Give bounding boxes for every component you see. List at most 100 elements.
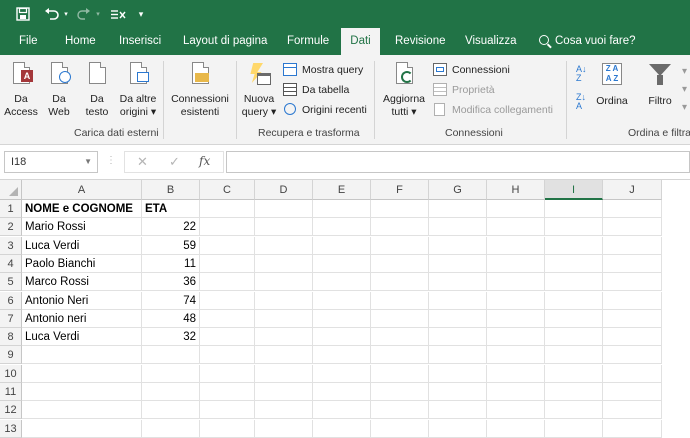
cell-f10[interactable] (371, 364, 429, 383)
cell-i5[interactable] (545, 273, 603, 292)
cell-f9[interactable] (371, 346, 429, 365)
cell-e11[interactable] (313, 383, 371, 401)
cell-j13[interactable] (603, 419, 662, 438)
row-header-12[interactable]: 12 (0, 401, 22, 420)
cell-b11[interactable] (142, 383, 200, 401)
cell-e10[interactable] (313, 364, 371, 383)
from-web-button[interactable]: Da Web (44, 61, 74, 119)
cell-f8[interactable] (371, 328, 429, 347)
edit-links-button[interactable]: Modifica collegamenti (432, 101, 553, 119)
cell-i4[interactable] (545, 254, 603, 273)
cell-g2[interactable] (429, 218, 487, 237)
cell-j4[interactable] (603, 254, 662, 273)
cell-a1[interactable]: NOME e COGNOME (22, 200, 142, 218)
row-header-10[interactable]: 10 (0, 364, 22, 383)
enter-icon[interactable]: ✓ (169, 154, 180, 170)
cell-g11[interactable] (429, 383, 487, 401)
insert-function-icon[interactable]: fx (199, 154, 210, 168)
save-icon[interactable] (14, 5, 32, 23)
cell-i13[interactable] (545, 419, 603, 438)
cell-h2[interactable] (487, 218, 545, 237)
cell-h12[interactable] (487, 401, 545, 420)
tab-inserisci[interactable]: Inserisci (110, 28, 170, 55)
cell-j2[interactable] (603, 218, 662, 237)
cell-e4[interactable] (313, 254, 371, 273)
column-header-d[interactable]: D (255, 180, 313, 200)
row-header-8[interactable]: 8 (0, 328, 22, 347)
cell-b3[interactable]: 59 (142, 236, 200, 255)
cell-f1[interactable] (371, 200, 429, 218)
worksheet-grid[interactable]: ABCDEFGHIJ 1 NOME e COGNOME ETA 2 Mario Ross… (0, 180, 690, 438)
cell-e5[interactable] (313, 273, 371, 292)
cell-c2[interactable] (200, 218, 255, 237)
cell-e9[interactable] (313, 346, 371, 365)
cell-a10[interactable] (22, 364, 142, 383)
tab-formule[interactable]: Formule (278, 28, 338, 55)
tab-file[interactable]: File (10, 28, 47, 55)
clear-filter-icon[interactable]: ▾ ▾ ▾ (682, 63, 690, 123)
cell-i7[interactable] (545, 309, 603, 328)
cell-e2[interactable] (313, 218, 371, 237)
cell-h3[interactable] (487, 236, 545, 255)
cell-j5[interactable] (603, 273, 662, 292)
cell-a7[interactable]: Antonio neri (22, 309, 142, 328)
cell-c3[interactable] (200, 236, 255, 255)
cell-b2[interactable]: 22 (142, 218, 200, 237)
cell-j7[interactable] (603, 309, 662, 328)
cell-a6[interactable]: Antonio Neri (22, 291, 142, 310)
formula-input[interactable] (226, 151, 690, 173)
cell-f5[interactable] (371, 273, 429, 292)
cell-g8[interactable] (429, 328, 487, 347)
cell-f13[interactable] (371, 419, 429, 438)
row-header-1[interactable]: 1 (0, 200, 22, 218)
column-header-e[interactable]: E (313, 180, 371, 200)
cell-a8[interactable]: Luca Verdi (22, 328, 142, 347)
cell-d6[interactable] (255, 291, 313, 310)
cell-a9[interactable] (22, 346, 142, 365)
cell-g5[interactable] (429, 273, 487, 292)
cell-a11[interactable] (22, 383, 142, 401)
cell-e13[interactable] (313, 419, 371, 438)
cell-d5[interactable] (255, 273, 313, 292)
cell-i2[interactable] (545, 218, 603, 237)
cell-f7[interactable] (371, 309, 429, 328)
new-query-button[interactable]: Nuova query ▾ (240, 61, 278, 119)
cell-j6[interactable] (603, 291, 662, 310)
cell-j1[interactable] (603, 200, 662, 218)
cell-b1[interactable]: ETA (142, 200, 200, 218)
cell-j8[interactable] (603, 328, 662, 347)
cell-d13[interactable] (255, 419, 313, 438)
cell-c4[interactable] (200, 254, 255, 273)
cell-a3[interactable]: Luca Verdi (22, 236, 142, 255)
from-other-sources-button[interactable]: Da altre origini ▾ (116, 61, 160, 119)
cell-c6[interactable] (200, 291, 255, 310)
cell-d10[interactable] (255, 364, 313, 383)
cell-c7[interactable] (200, 309, 255, 328)
cell-b8[interactable]: 32 (142, 328, 200, 347)
existing-connections-button[interactable]: Connessioni esistenti (168, 61, 232, 119)
redo-dropdown-icon[interactable]: ▾ (94, 5, 102, 23)
cell-g6[interactable] (429, 291, 487, 310)
cancel-icon[interactable]: ✕ (137, 154, 148, 170)
cell-i6[interactable] (545, 291, 603, 310)
sort-az-button[interactable]: A↓ Z (576, 65, 588, 83)
cell-j12[interactable] (603, 401, 662, 420)
sort-za-button[interactable]: Z↓ A (576, 93, 588, 111)
cell-c5[interactable] (200, 273, 255, 292)
cell-g4[interactable] (429, 254, 487, 273)
cell-d1[interactable] (255, 200, 313, 218)
cell-b13[interactable] (142, 419, 200, 438)
cell-f4[interactable] (371, 254, 429, 273)
cell-e12[interactable] (313, 401, 371, 420)
column-header-g[interactable]: G (429, 180, 487, 200)
show-queries-button[interactable]: Mostra query (282, 61, 363, 79)
tab-layout[interactable]: Layout di pagina (174, 28, 276, 55)
tab-revisione[interactable]: Revisione (386, 28, 455, 55)
row-header-9[interactable]: 9 (0, 346, 22, 365)
cell-b9[interactable] (142, 346, 200, 365)
cell-c10[interactable] (200, 364, 255, 383)
cell-g7[interactable] (429, 309, 487, 328)
tell-me-box[interactable]: Cosa vuoi fare? (530, 28, 645, 55)
cell-d12[interactable] (255, 401, 313, 420)
row-header-5[interactable]: 5 (0, 273, 22, 292)
